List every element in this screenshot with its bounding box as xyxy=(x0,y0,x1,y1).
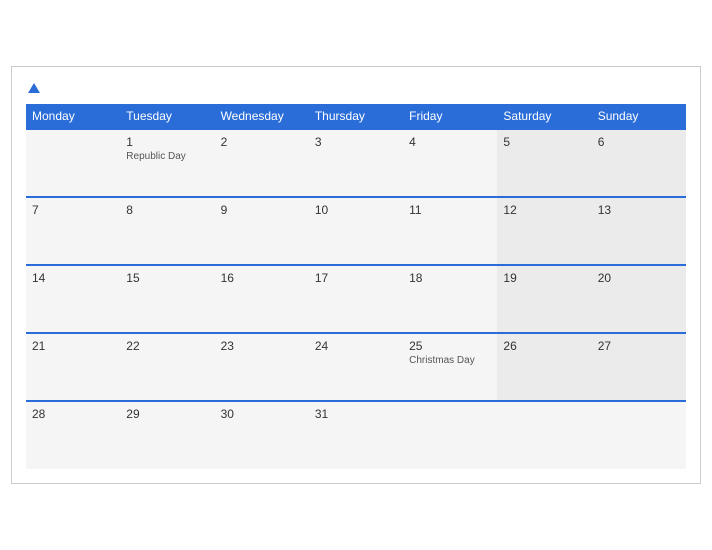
day-number: 24 xyxy=(315,339,397,353)
week-row-1: 789 10 11 12 13 xyxy=(26,197,686,265)
logo-triangle-icon xyxy=(28,83,40,93)
calendar-cell: 24 xyxy=(309,333,403,401)
day-number: 29 xyxy=(126,407,208,421)
calendar-cell: 21 xyxy=(26,333,120,401)
day-number: 23 xyxy=(221,339,303,353)
calendar-cell: 16 xyxy=(215,265,309,333)
calendar-cell: 20 xyxy=(592,265,686,333)
weekday-header-saturday: Saturday xyxy=(497,104,591,129)
day-number: 8 xyxy=(126,203,208,217)
weekday-header-monday: Monday xyxy=(26,104,120,129)
calendar-cell: 8 xyxy=(120,197,214,265)
calendar-cell: 19 xyxy=(497,265,591,333)
weekday-header-wednesday: Wednesday xyxy=(215,104,309,129)
day-number: 12 xyxy=(503,203,585,217)
calendar-cell: 13 xyxy=(592,197,686,265)
calendar-cell: 17 xyxy=(309,265,403,333)
calendar-cell: 30 xyxy=(215,401,309,469)
day-number: 6 xyxy=(598,135,680,149)
day-number: 5 xyxy=(503,135,585,149)
calendar-header xyxy=(26,79,686,93)
day-number: 16 xyxy=(221,271,303,285)
calendar-cell: 18 xyxy=(403,265,497,333)
day-number: 30 xyxy=(221,407,303,421)
calendar-cell: 11 xyxy=(403,197,497,265)
day-number: 7 xyxy=(32,203,114,217)
day-number: 14 xyxy=(32,271,114,285)
calendar-cell: 14 xyxy=(26,265,120,333)
week-row-0: 1 Republic Day 23456 xyxy=(26,129,686,197)
day-number: 1 xyxy=(126,135,208,149)
calendar-cell: 23 xyxy=(215,333,309,401)
calendar-cell: 4 xyxy=(403,129,497,197)
calendar-cell: 22 xyxy=(120,333,214,401)
day-number: 27 xyxy=(598,339,680,353)
day-number: 11 xyxy=(409,203,491,217)
calendar-cell: 27 xyxy=(592,333,686,401)
day-number: 19 xyxy=(503,271,585,285)
day-number: 4 xyxy=(409,135,491,149)
week-row-3: 21 22 23 24 25 Christmas Day 26 27 xyxy=(26,333,686,401)
calendar-cell: 7 xyxy=(26,197,120,265)
day-number: 31 xyxy=(315,407,397,421)
calendar-cell xyxy=(592,401,686,469)
weekday-header-tuesday: Tuesday xyxy=(120,104,214,129)
calendar-cell: 28 xyxy=(26,401,120,469)
calendar-container: MondayTuesdayWednesdayThursdayFridaySatu… xyxy=(11,66,701,483)
weekday-header-sunday: Sunday xyxy=(592,104,686,129)
calendar-cell: 10 xyxy=(309,197,403,265)
day-number: 26 xyxy=(503,339,585,353)
calendar-cell: 2 xyxy=(215,129,309,197)
holiday-name: Christmas Day xyxy=(409,355,491,366)
calendar-cell xyxy=(26,129,120,197)
calendar-cell: 5 xyxy=(497,129,591,197)
week-row-4: 28 29 30 31 xyxy=(26,401,686,469)
day-number: 18 xyxy=(409,271,491,285)
calendar-cell xyxy=(497,401,591,469)
week-row-2: 14 15 16 17 18 19 20 xyxy=(26,265,686,333)
calendar-cell: 12 xyxy=(497,197,591,265)
calendar-cell: 29 xyxy=(120,401,214,469)
calendar-cell: 3 xyxy=(309,129,403,197)
weekday-header-thursday: Thursday xyxy=(309,104,403,129)
day-number: 17 xyxy=(315,271,397,285)
day-number: 10 xyxy=(315,203,397,217)
calendar-cell: 15 xyxy=(120,265,214,333)
day-number: 25 xyxy=(409,339,491,353)
day-number: 21 xyxy=(32,339,114,353)
calendar-cell: 26 xyxy=(497,333,591,401)
logo xyxy=(26,79,40,93)
calendar-cell: 1 Republic Day xyxy=(120,129,214,197)
day-number: 22 xyxy=(126,339,208,353)
holiday-name: Republic Day xyxy=(126,151,208,162)
calendar-cell: 25 Christmas Day xyxy=(403,333,497,401)
calendar-cell: 9 xyxy=(215,197,309,265)
day-number: 3 xyxy=(315,135,397,149)
day-number: 2 xyxy=(221,135,303,149)
day-number: 20 xyxy=(598,271,680,285)
calendar-cell: 6 xyxy=(592,129,686,197)
calendar-cell: 31 xyxy=(309,401,403,469)
day-number: 9 xyxy=(221,203,303,217)
day-number: 28 xyxy=(32,407,114,421)
calendar-table: MondayTuesdayWednesdayThursdayFridaySatu… xyxy=(26,104,686,469)
weekday-header-friday: Friday xyxy=(403,104,497,129)
calendar-cell xyxy=(403,401,497,469)
weekday-header-row: MondayTuesdayWednesdayThursdayFridaySatu… xyxy=(26,104,686,129)
day-number: 13 xyxy=(598,203,680,217)
day-number: 15 xyxy=(126,271,208,285)
